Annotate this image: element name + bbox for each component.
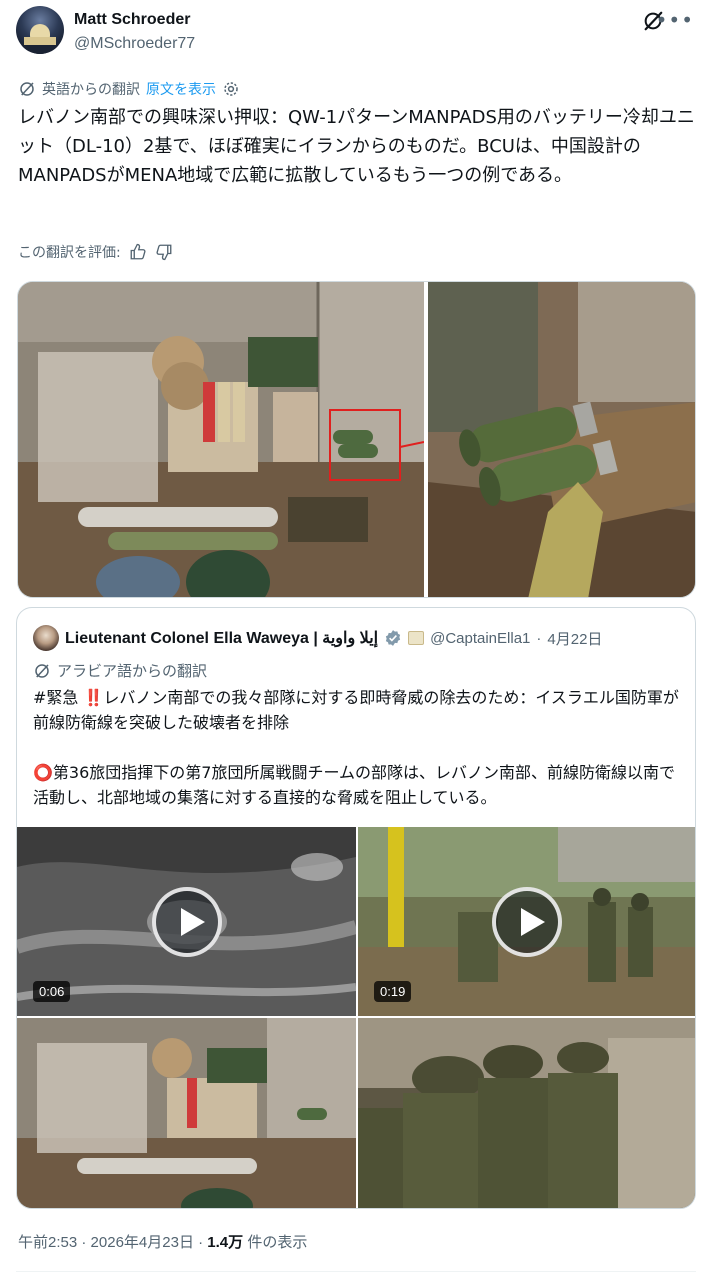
affiliation-badge-icon [408, 631, 425, 645]
tweet-media [17, 281, 696, 598]
author-avatar[interactable] [16, 6, 64, 54]
soldiers-photo[interactable] [358, 1018, 695, 1208]
show-original-link[interactable]: 原文を表示 [146, 79, 216, 99]
translation-bar: 英語からの翻訳 原文を表示 [18, 79, 240, 99]
thumbs-down-icon[interactable] [155, 243, 173, 261]
quote-author-name[interactable]: Lieutenant Colonel Ella Waweya | إيلا وا… [65, 628, 378, 648]
translate-icon [35, 663, 49, 678]
video-soldiers[interactable]: 0:19 [358, 827, 695, 1016]
post-time[interactable]: 午前2:53 [18, 1234, 77, 1251]
tweet-header: Matt Schroeder @MSchroeder77 ••• [16, 6, 694, 58]
quote-media-grid: 0:06 0:19 [17, 827, 695, 1208]
quoted-tweet[interactable]: Lieutenant Colonel Ella Waweya | إيلا وا… [16, 607, 696, 1209]
translate-icon [20, 82, 34, 96]
video-duration: 0:19 [374, 981, 412, 1002]
quote-translation-label: アラビア語からの翻訳 [33, 660, 207, 681]
tweet-footer: 午前2:53 · 2026年4月23日 · 1.4万 件の表示 [18, 1231, 307, 1252]
quote-translation-text: アラビア語からの翻訳 [57, 662, 208, 680]
view-label: 件の表示 [247, 1234, 308, 1251]
quote-date[interactable]: 4月22日 [547, 628, 602, 649]
more-icon[interactable]: ••• [656, 8, 694, 32]
view-count[interactable]: 1.4万 [207, 1234, 243, 1251]
quote-text-line1: #緊急 ‼️レバノン南部での我々部隊に対する即時脅威の除去のため：イスラエル国防… [33, 688, 679, 732]
post-date[interactable]: 2026年4月23日 [91, 1234, 194, 1251]
bcu-closeup-photo[interactable] [428, 282, 695, 597]
translation-label: 英語からの翻訳 [42, 82, 140, 98]
verified-icon [385, 630, 401, 646]
seized-items-thumbnail[interactable] [17, 1018, 356, 1208]
quote-text-line2: ⭕第36旅団指揮下の第7旅団所属戦闘チームの部隊は、レバノン南部、前線防衛線以南… [33, 763, 675, 807]
seized-items-photo[interactable] [18, 282, 424, 597]
play-icon[interactable] [151, 886, 222, 957]
footer-separator: · [81, 1234, 87, 1251]
thumbs-up-icon[interactable] [129, 243, 147, 261]
video-aerial[interactable]: 0:06 [17, 827, 356, 1016]
meta-separator: · [536, 629, 542, 647]
play-icon[interactable] [491, 886, 562, 957]
quote-handle[interactable]: @CaptainElla1 [430, 630, 530, 647]
quote-avatar[interactable] [33, 625, 59, 651]
author-handle[interactable]: @MSchroeder77 [74, 35, 195, 53]
footer-separator: · [198, 1234, 204, 1251]
quote-header: Lieutenant Colonel Ella Waweya | إيلا وا… [33, 625, 602, 651]
tweet-text: レバノン南部での興味深い押収：QW-1パターンMANPADS用のバッテリー冷却ユ… [18, 107, 695, 186]
divider [16, 1271, 696, 1272]
rate-translation: この翻訳を評価: [18, 242, 173, 262]
video-duration: 0:06 [33, 981, 71, 1002]
rate-label: この翻訳を評価: [18, 245, 121, 261]
quote-text: #緊急 ‼️レバノン南部での我々部隊に対する即時脅威の除去のため：イスラエル国防… [33, 685, 687, 810]
author-name[interactable]: Matt Schroeder [74, 11, 190, 29]
gear-icon[interactable] [222, 80, 240, 98]
